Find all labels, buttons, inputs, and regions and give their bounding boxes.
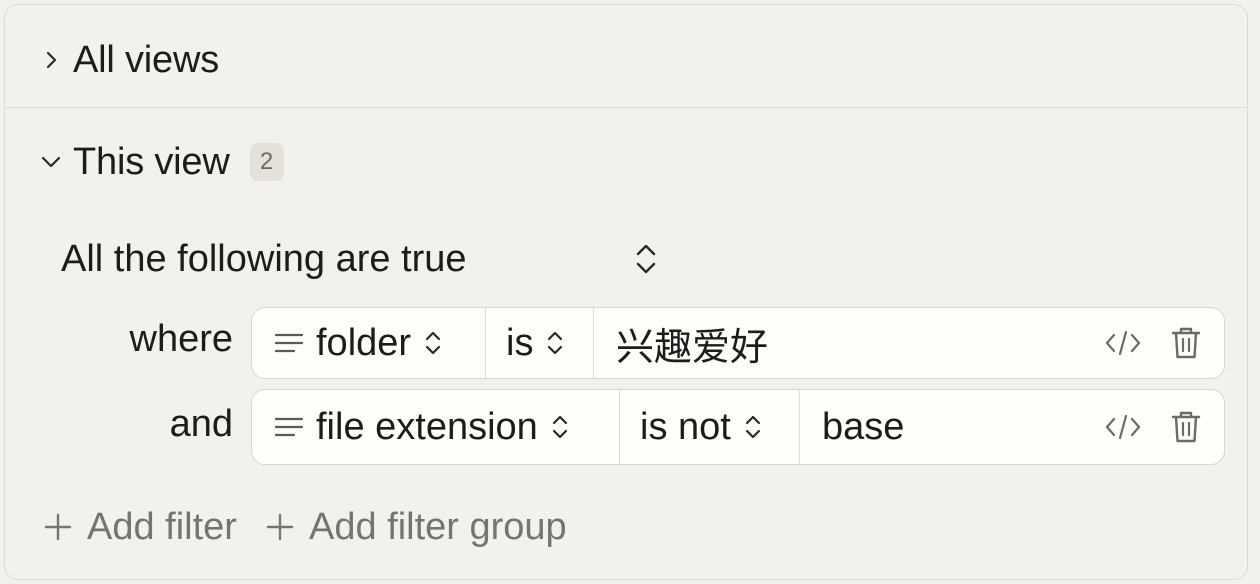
- operator-select[interactable]: is not: [620, 390, 800, 464]
- plus-icon: [43, 512, 73, 542]
- operator-label: is: [506, 321, 534, 364]
- filter-connector-and: and: [169, 403, 233, 445]
- filter-value: 兴趣爱好: [616, 326, 769, 369]
- operator-label: is not: [640, 405, 731, 448]
- filter-count-badge: 2: [249, 143, 284, 181]
- code-icon[interactable]: [1104, 328, 1142, 358]
- filter-row: folder is 兴趣爱好: [251, 307, 1225, 379]
- add-filter-label: Add filter: [87, 505, 237, 548]
- this-view-title: This view: [73, 140, 230, 183]
- add-filter-group-label: Add filter group: [308, 505, 567, 548]
- plus-icon: [265, 512, 295, 542]
- this-view-section-header[interactable]: This view 2: [5, 137, 284, 187]
- property-label: file extension: [316, 405, 538, 448]
- property-label: folder: [316, 321, 412, 364]
- code-icon[interactable]: [1104, 412, 1142, 442]
- updown-chevron-icon: [423, 328, 443, 358]
- row-actions: [1104, 325, 1202, 361]
- chevron-right-icon: [37, 46, 65, 74]
- property-select[interactable]: file extension: [252, 390, 620, 464]
- add-filter-group-button[interactable]: Add filter group: [265, 506, 567, 549]
- text-lines-icon: [274, 331, 304, 355]
- updown-chevron-icon: [743, 412, 763, 442]
- conjunction-label: All the following are true: [61, 237, 467, 280]
- row-actions: [1104, 409, 1202, 445]
- filter-value-input[interactable]: 兴趣爱好: [594, 308, 1104, 378]
- filter-row: file extension is not base: [251, 389, 1225, 465]
- add-actions: Add filter Add filter group: [43, 499, 595, 555]
- all-views-title: All views: [73, 38, 220, 81]
- filter-value: base: [822, 405, 905, 448]
- property-select[interactable]: folder: [252, 308, 486, 378]
- filter-connector-where: where: [129, 318, 234, 360]
- text-lines-icon: [274, 415, 304, 439]
- chevron-down-icon: [37, 148, 65, 176]
- filter-panel: All views This view 2 All the following …: [4, 4, 1248, 580]
- updown-chevron-icon: [550, 412, 570, 442]
- trash-icon[interactable]: [1170, 409, 1202, 445]
- all-views-section-header[interactable]: All views: [5, 35, 219, 85]
- conjunction-select[interactable]: All the following are true: [61, 231, 667, 287]
- updown-chevron-icon: [545, 328, 565, 358]
- filter-value-input[interactable]: base: [800, 390, 1104, 464]
- updown-chevron-icon: [633, 241, 659, 277]
- operator-select[interactable]: is: [486, 308, 594, 378]
- trash-icon[interactable]: [1170, 325, 1202, 361]
- add-filter-button[interactable]: Add filter: [43, 506, 237, 549]
- section-divider: [5, 107, 1247, 108]
